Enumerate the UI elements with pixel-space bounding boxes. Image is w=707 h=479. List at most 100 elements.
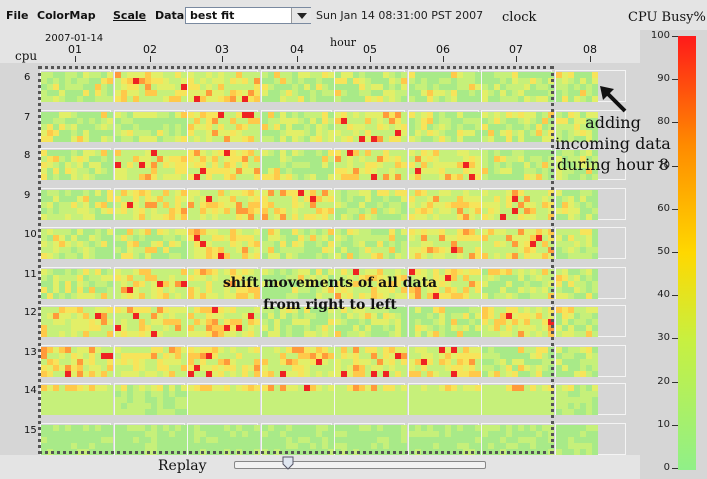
cpu-row-label: 7 [24,112,31,123]
heatmap-cell [260,383,334,415]
heatmap-cell [407,383,481,415]
heatmap-cell [113,383,187,415]
heatmap-cell [334,188,407,220]
colorbar-tick-label: 70 [657,159,670,171]
cpu-row-label: 13 [24,347,37,358]
heatmap-cell [554,383,626,415]
cpu-row-label: 14 [24,385,37,396]
heatmap-cell [113,70,187,102]
heatmap-cell [260,345,334,377]
clock-time: Sun Jan 14 08:31:00 PST 2007 [316,9,484,22]
heatmap-cell [481,110,554,142]
colorbar-tick-mark [672,424,678,426]
heatmap-cell [481,70,554,102]
cpu-row-label: 9 [24,190,31,201]
heatmap-cell [554,305,626,337]
heatmap-cell [113,148,187,180]
colorbar-tick-mark [672,338,678,340]
heatmap-cell [40,345,113,377]
heatmap-cell [40,227,113,259]
heatmap-cell [40,70,113,102]
menu-colormap[interactable]: ColorMap [37,9,96,22]
heatmap-cell [481,423,554,455]
menu-bar: File ColorMap Scale Data best fit Sun Ja… [0,0,707,30]
hour-tick-mark [370,56,371,62]
heatmap-cell [481,383,554,415]
chevron-down-icon[interactable] [291,8,311,23]
heatmap-cell [260,70,334,102]
heatmap-cell [40,383,113,415]
heatmap-cell [481,227,554,259]
hour-tick-label: 05 [363,43,377,56]
heatmap-cell [187,70,260,102]
colorbar-tick-label: 10 [657,418,670,430]
heatmap-cell [554,227,626,259]
heatmap-cell [407,188,481,220]
heatmap-cell [40,267,113,299]
heatmap-cell [113,267,187,299]
hour-tick-label: 03 [215,43,229,56]
hour-tick-label: 06 [436,43,450,56]
heatmap-cell [260,148,334,180]
heatmap-cell [554,423,626,455]
heatmap-cell [334,70,407,102]
menu-file[interactable]: File [6,9,29,22]
heatmap-cell [334,110,407,142]
cpu-row-label: 11 [24,269,37,280]
shift-annotation-line1: shift movements of all data [222,275,438,291]
colorbar-tick-mark [672,208,678,210]
arrow-icon [600,86,627,113]
colorbar-tick-label: 60 [657,202,670,214]
heatmap-cell [481,267,554,299]
colorbar-tick-mark [672,468,678,469]
hour-tick-mark [222,56,223,62]
colorbar-tick-mark [672,79,678,81]
heatmap-cell [187,110,260,142]
cpu-row-label: 10 [24,229,37,240]
colorbar-tick-label: 50 [657,246,670,257]
hour-tick-label: 07 [509,43,523,56]
shift-annotation: shift movements of all data from right t… [190,272,470,316]
hour-tick-label: 04 [290,43,304,56]
hour-tick-mark [75,56,76,62]
heatmap-cell [113,188,187,220]
heatmap-cell [260,423,334,455]
heatmap-cell [407,148,481,180]
colorbar-tick-label: 30 [657,332,670,344]
colorbar [678,36,696,470]
heatmap-cell [481,345,554,377]
colorbar-tick-label: 0 [663,462,670,473]
heatmap-cell [334,345,407,377]
replay-slider-thumb[interactable] [282,456,294,470]
heatmap-cell [334,383,407,415]
heatmap-cell [260,227,334,259]
colorbar-tick-mark [672,252,678,253]
colorbar-tick-mark [672,122,678,124]
heatmap-cell [334,148,407,180]
hour-tick-mark [516,56,517,62]
heatmap-cell [554,345,626,377]
colorbar-tick-label: 90 [657,73,670,85]
shift-annotation-line2: from right to left [263,297,397,313]
heatmap-cell [407,423,481,455]
heatmap-cell [334,227,407,259]
cpu-row-label: 15 [24,425,37,436]
colorbar-tick-label: 100 [650,30,670,41]
heatmap-cell [481,305,554,337]
heatmap-cell [407,345,481,377]
heatmap-cell [407,70,481,102]
heatmap-cell [40,148,113,180]
hour-axis-label: hour [330,36,357,49]
hour-tick-label: 02 [143,43,157,56]
menu-scale[interactable]: Scale [113,9,146,22]
hour-tick-mark [297,56,298,62]
heatmap-cell [113,110,187,142]
menu-data[interactable]: Data [155,9,184,22]
colorbar-tick-label: 40 [657,289,670,301]
colorbar-title: CPU Busy% [628,10,706,25]
heatmap-cell [187,383,260,415]
replay-slider[interactable] [234,461,486,469]
colorbar-tick-mark [672,381,678,383]
heatmap-cell [481,188,554,220]
heatmap-cell [113,423,187,455]
